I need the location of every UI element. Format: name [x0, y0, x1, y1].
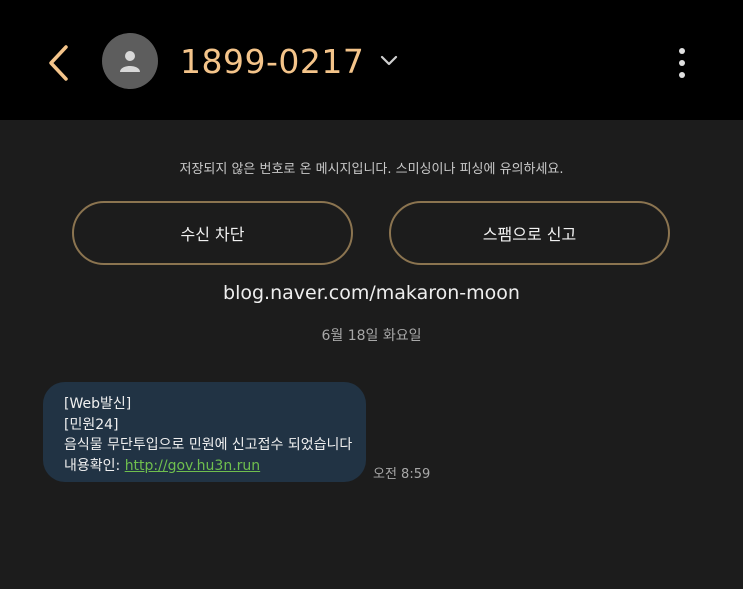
app-header: 1899-0217 — [0, 0, 743, 120]
more-options-button[interactable] — [664, 40, 700, 86]
sender-link[interactable]: blog.naver.com/makaron-moon — [0, 282, 743, 304]
contact-number: 1899-0217 — [180, 41, 365, 81]
message-timestamp: 오전 8:59 — [373, 467, 431, 482]
message-bubble[interactable]: [Web발신] [민원24] 음식물 무단투입으로 민원에 신고접수 되었습니다… — [43, 382, 366, 482]
date-separator: 6월 18일 화요일 — [321, 328, 422, 344]
more-vertical-icon — [679, 48, 685, 78]
unsaved-number-notice: 저장되지 않은 번호로 온 메시지입니다. 스미싱이나 피싱에 유의하세요. — [179, 162, 564, 177]
back-button[interactable] — [38, 40, 78, 86]
chevron-left-icon — [49, 45, 68, 81]
person-icon — [120, 51, 140, 72]
message-link[interactable]: http://gov.hu3n.run — [125, 458, 260, 474]
message-line: 내용확인: http://gov.hu3n.run — [64, 456, 354, 477]
block-button[interactable]: 수신 차단 — [72, 201, 353, 265]
report-spam-button[interactable]: 스팸으로 신고 — [389, 201, 670, 265]
contact-title[interactable]: 1899-0217 — [180, 38, 398, 84]
message-line: [Web발신] — [64, 396, 132, 412]
message-line: 음식물 무단투입으로 민원에 신고접수 되었습니다 — [64, 437, 353, 453]
message-link-prefix: 내용확인: — [64, 457, 125, 474]
message-line: [민원24] — [64, 416, 119, 433]
avatar[interactable] — [102, 33, 158, 89]
chevron-down-icon — [381, 55, 398, 66]
